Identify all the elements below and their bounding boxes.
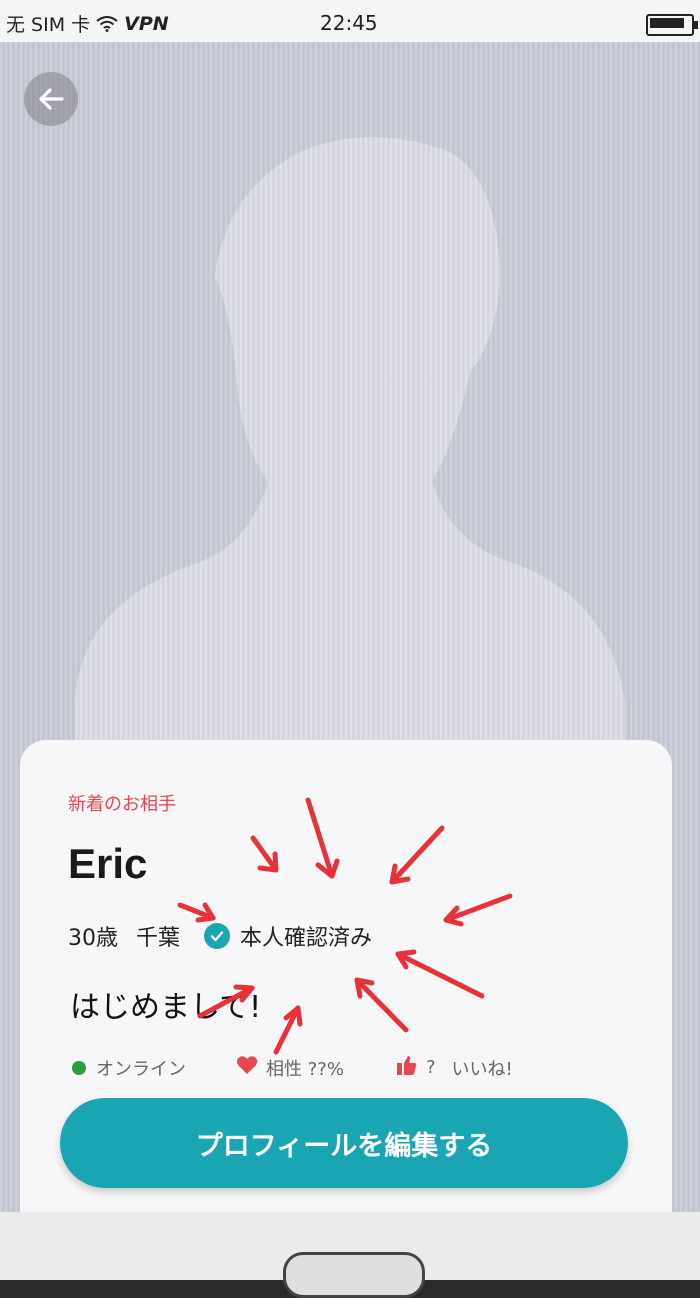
profile-location: 千葉: [136, 926, 181, 951]
heart-icon: [236, 1055, 258, 1080]
profile-greeting: はじめまして!: [70, 990, 262, 1025]
back-button[interactable]: [24, 72, 78, 126]
vpn-indicator: VPN: [124, 12, 169, 35]
verified-check-icon: [204, 923, 231, 949]
arrow-left-icon: [39, 88, 64, 110]
online-dot-icon: [72, 1060, 86, 1075]
profile-age: 30歳: [68, 926, 118, 951]
battery-icon: [646, 14, 698, 36]
compatibility-score: 相性 ??%: [266, 1058, 344, 1080]
screen: 无 SIM 卡 VPN 22:45 新着のお相手 Eric 30歳 千葉 本人確…: [0, 0, 700, 1212]
edit-profile-button[interactable]: プロフィールを編集する: [60, 1098, 628, 1188]
online-status: オンライン: [96, 1058, 186, 1080]
verified-label: 本人確認済み: [240, 926, 373, 951]
status-bar: 无 SIM 卡 VPN 22:45: [0, 0, 700, 42]
profile-name: Eric: [68, 840, 148, 887]
new-match-tag: 新着のお相手: [68, 794, 176, 815]
carrier-text: 无 SIM 卡: [6, 14, 91, 36]
likes-count: ?: [425, 1057, 436, 1078]
profile-info-row: 30歳 千葉 本人確認済み: [68, 920, 372, 952]
thumbs-up-icon: [396, 1054, 418, 1081]
home-button[interactable]: [283, 1252, 425, 1298]
wifi-icon: [96, 15, 118, 32]
clock: 22:45: [320, 11, 378, 35]
device-frame: 无 SIM 卡 VPN 22:45 新着のお相手 Eric 30歳 千葉 本人確…: [0, 0, 700, 1298]
profile-stats: オンライン 相性 ??% ? いいね!: [72, 1054, 513, 1081]
next-section-heading-peek: [94, 1196, 294, 1212]
likes-label: いいね!: [451, 1058, 513, 1080]
